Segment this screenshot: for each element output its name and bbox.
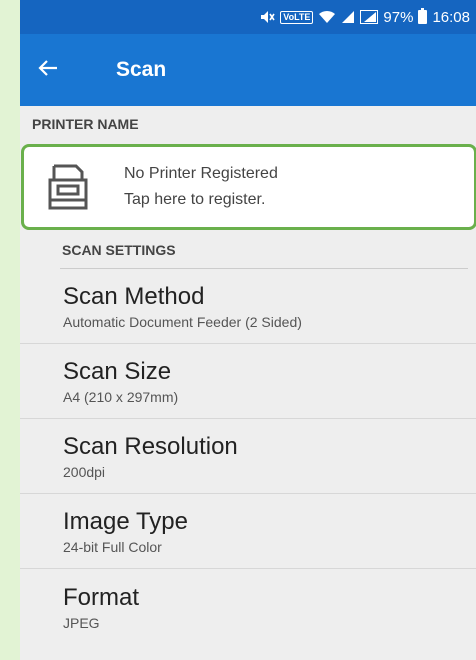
setting-image-type[interactable]: Image Type 24-bit Full Color xyxy=(20,494,476,569)
phone-screen: VoLTE 97% 16:08 Scan PRINTER NAME No Pri… xyxy=(20,0,476,660)
setting-value: Automatic Document Feeder (2 Sided) xyxy=(63,314,302,330)
mute-icon xyxy=(259,10,275,24)
signal-icon xyxy=(341,10,355,24)
setting-title: Scan Size xyxy=(63,358,172,385)
setting-title: Format xyxy=(63,583,140,611)
scan-settings: SCAN SETTINGS Scan Method Automatic Docu… xyxy=(20,232,476,644)
setting-value: A4 (210 x 297mm) xyxy=(63,389,179,405)
printer-icon xyxy=(44,161,92,213)
scan-settings-header: SCAN SETTINGS xyxy=(62,242,176,258)
signal-icon-2 xyxy=(360,10,379,24)
printer-hint: Tap here to register. xyxy=(124,191,266,208)
setting-title: Image Type xyxy=(63,508,188,535)
setting-scan-size[interactable]: Scan Size A4 (210 x 297mm) xyxy=(20,344,476,419)
printer-name-header: PRINTER NAME xyxy=(32,116,139,132)
setting-title: Scan Method xyxy=(63,283,205,310)
printer-text: No Printer Registered Tap here to regist… xyxy=(124,165,278,209)
page-title: Scan xyxy=(116,58,167,81)
wifi-icon xyxy=(318,10,336,24)
battery-percent: 97% xyxy=(383,8,414,26)
setting-value: JPEG xyxy=(63,614,100,631)
setting-scan-resolution[interactable]: Scan Resolution 200dpi xyxy=(20,419,476,494)
setting-value: 200dpi xyxy=(63,464,106,480)
register-printer-button[interactable]: No Printer Registered Tap here to regist… xyxy=(21,144,476,230)
setting-scan-method[interactable]: Scan Method Automatic Document Feeder (2… xyxy=(20,269,476,344)
setting-format[interactable]: Format JPEG xyxy=(20,569,476,644)
setting-value: 24-bit Full Color xyxy=(63,539,162,555)
setting-title: Scan Resolution xyxy=(63,433,238,460)
clock: 16:08 xyxy=(432,8,470,26)
app-bar: Scan xyxy=(20,34,476,106)
printer-status: No Printer Registered xyxy=(124,165,278,182)
battery-icon xyxy=(418,8,428,24)
volte-icon: VoLTE xyxy=(280,10,314,24)
back-arrow-icon[interactable] xyxy=(38,58,78,82)
status-bar: VoLTE 97% 16:08 xyxy=(20,0,476,34)
